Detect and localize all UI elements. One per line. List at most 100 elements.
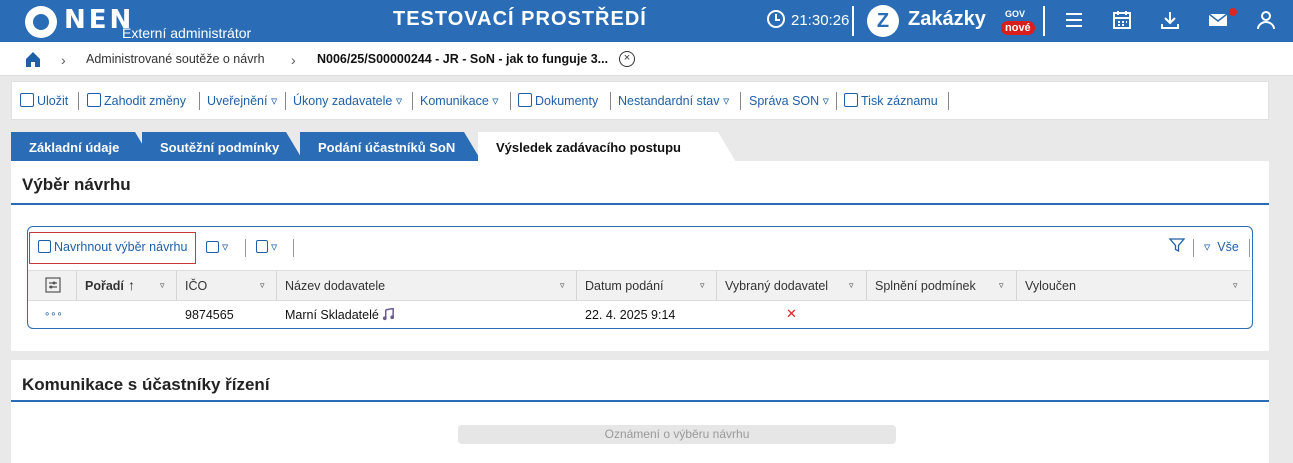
notification-dot [1229,8,1237,16]
son-menu[interactable]: Správa SON ▿ [749,93,829,108]
communication-panel: Komunikace s účastníky řízení Oznámení o… [11,360,1269,463]
cell-name: Marní Skladatelé [285,307,395,324]
notice-of-selection-button[interactable]: Oznámení o výběru návrhu [458,425,896,444]
zakazky-link[interactable]: Zakázky [908,8,986,31]
header-divider [1043,6,1045,36]
breadcrumb-item[interactable]: Administrované soutěže o návrh [86,52,265,66]
menu-icon[interactable] [1062,8,1086,32]
column-header-poradi[interactable]: Pořadí [85,279,124,293]
actions-menu[interactable]: Úkony zadavatele ▿ [293,93,402,108]
close-icon[interactable]: × [619,51,635,67]
export-icon [256,240,268,253]
chevron-down-icon[interactable]: ▿ [260,280,265,291]
chevron-down-icon[interactable]: ▿ [700,280,705,291]
save-button[interactable]: Uložit [20,93,68,108]
section-title: Komunikace s účastníky řízení [22,375,270,394]
sort-ascending-icon[interactable]: ↑ [128,277,135,293]
toolbar-divider [836,92,837,110]
grid-export-menu[interactable]: ▿ [256,239,277,254]
nonstandard-menu[interactable]: Nestandardní stav ▿ [618,93,729,108]
home-icon[interactable] [24,50,42,68]
column-header-excluded[interactable]: Vyloučen [1025,279,1076,293]
documents-button[interactable]: Dokumenty [518,93,598,108]
toolbar-divider [285,92,286,110]
toolbar-divider [412,92,413,110]
publish-menu[interactable]: Uveřejnění ▿ [207,93,277,108]
chevron-down-icon: ▿ [395,94,403,108]
documents-button-label: Dokumenty [535,94,599,108]
propose-icon [38,240,51,253]
row-menu-icon[interactable]: ∘∘∘ [44,309,63,320]
communication-menu-label: Komunikace [420,94,489,108]
chevron-down-icon: ▿ [492,94,499,108]
user-role: Externí administrátor [122,25,252,41]
chevron-down-icon: ▿ [270,94,278,108]
grid-toolbar-divider [1193,239,1194,257]
undo-icon [87,93,101,107]
mail-icon[interactable] [1206,8,1230,32]
chevron-down-icon[interactable]: ▿ [1233,280,1238,291]
not-selected-icon: ✕ [786,306,797,321]
save-button-label: Uložit [37,94,69,108]
print-icon [844,93,858,107]
supplier-name: Marní Skladatelé [285,308,379,322]
page-scrollbar[interactable] [1281,76,1289,463]
column-header-date[interactable]: Datum podání [585,279,664,293]
chevron-down-icon: ▿ [722,94,730,108]
toolbar-divider [948,92,949,110]
propose-selection-button[interactable]: Navrhnout výběr návrhu [29,232,197,264]
download-icon[interactable] [1158,8,1182,32]
chevron-down-icon[interactable]: ▿ [560,280,565,291]
grid-print-menu[interactable]: ▿ [206,239,228,254]
toolbar-divider [78,92,79,110]
tab-competition-conditions[interactable]: Soutěžní podmínky [142,132,304,162]
environment-title: TESTOVACÍ PROSTŘEDÍ [393,8,647,30]
column-header-name[interactable]: Název dodavatele [285,279,385,293]
zakazky-logo-icon[interactable]: Z [867,5,899,37]
breadcrumb-current: N006/25/S00000244 - JR - SoN - jak to fu… [317,52,609,66]
section-divider [11,203,1269,205]
column-divider [716,271,717,301]
document-icon [518,93,532,107]
column-header-conditions[interactable]: Splnění podmínek [875,279,976,293]
print-record-label: Tisk záznamu [861,94,938,108]
section-title: Výběr návrhu [22,175,131,194]
proposals-grid: Navrhnout výběr návrhu ▿ ▿ ▿ Vše Pořadí … [27,226,1253,329]
chevron-down-icon: ▿ [1204,240,1211,254]
filter-icon[interactable] [1168,237,1186,256]
tab-basic-info[interactable]: Základní údaje [11,132,153,162]
tab-result[interactable]: Výsledek zadávacího postupu [478,132,736,162]
toolbar-divider [740,92,741,110]
toolbar-divider [610,92,611,110]
cell-date: 22. 4. 2025 9:14 [585,308,676,322]
table-row[interactable]: ∘∘∘ 9874565 Marní Skladatelé 22. 4. 2025… [28,302,1251,326]
column-header-ico[interactable]: IČO [185,279,207,293]
discard-button-label: Zahodit změny [104,94,186,108]
new-badge: nové [1001,21,1035,35]
column-settings-icon[interactable] [44,276,62,297]
communication-menu[interactable]: Komunikace ▿ [420,93,499,108]
chevron-down-icon[interactable]: ▿ [160,280,165,291]
chevron-down-icon[interactable]: ▿ [849,280,854,291]
discard-button[interactable]: Zahodit změny [87,93,186,108]
nen-logo-icon[interactable] [25,6,57,38]
chevron-down-icon[interactable]: ▿ [999,280,1004,291]
tab-submissions[interactable]: Podání účastníků SoN [300,132,482,162]
print-record-button[interactable]: Tisk záznamu [844,93,938,108]
toolbar-divider [510,92,511,110]
chevron-right-icon: › [61,52,66,68]
calendar-icon[interactable] [1110,8,1134,32]
column-divider [176,271,177,301]
column-header-selected[interactable]: Vybraný dodavatel [725,279,828,293]
cell-ico: 9874565 [185,308,234,322]
zakazky-gov-label: GOV [1005,9,1026,19]
save-icon [20,93,34,107]
action-toolbar: Uložit Zahodit změny Uveřejnění ▿ Úkony … [11,81,1269,120]
column-divider [576,271,577,301]
grid-toolbar-divider [245,239,246,257]
chevron-down-icon: ▿ [822,94,829,108]
column-divider [76,271,77,301]
user-icon[interactable] [1254,8,1278,32]
filter-all-toggle[interactable]: ▿ Vše [1204,239,1239,254]
filter-all-label: Vše [1217,240,1239,254]
